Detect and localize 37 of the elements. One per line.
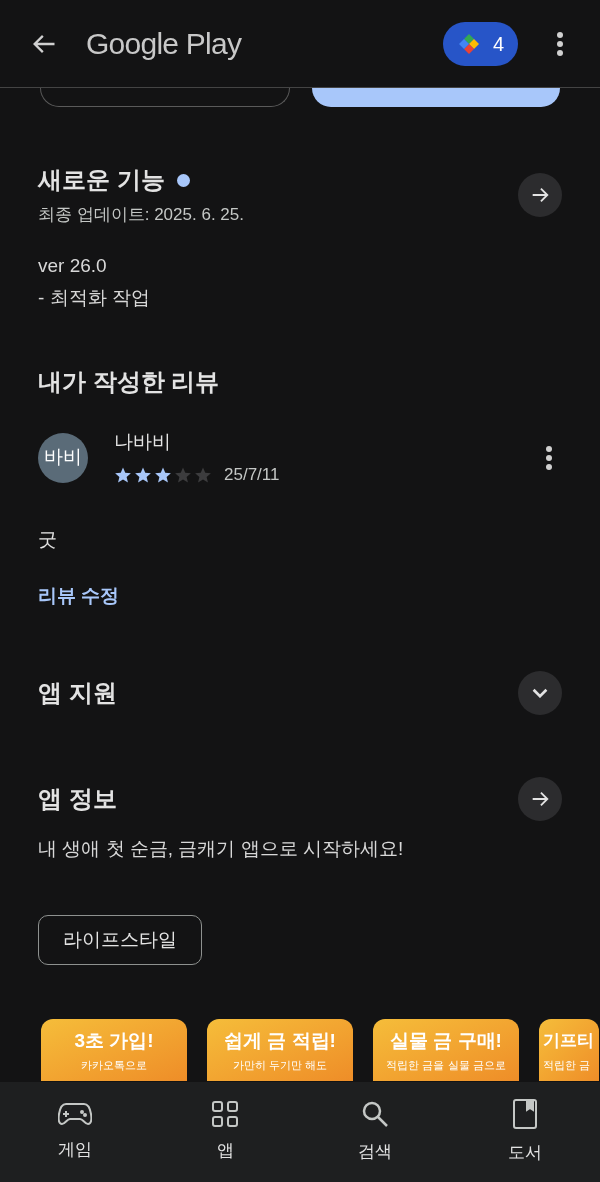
avatar: 바비 — [38, 432, 88, 483]
nav-tab[interactable]: 검색 — [300, 1082, 450, 1182]
update-date: 최종 업데이트: 2025. 6. 25. — [38, 204, 244, 226]
category-chip[interactable]: 라이프스타일 — [38, 915, 202, 965]
screenshot-title: 3초 가입! — [74, 1029, 154, 1053]
more-vert-icon — [545, 444, 553, 471]
reviewer-name: 나바비 — [114, 429, 172, 454]
section-title: 앱 정보 — [38, 783, 117, 814]
arrow-button[interactable] — [518, 776, 562, 821]
screenshot-subtitle: 적립한 금을 실물 금으로 — [386, 1058, 506, 1073]
gamepad-icon — [58, 1101, 92, 1128]
screenshot-subtitle: 가만히 두기만 해도 — [232, 1058, 328, 1073]
screenshot-subtitle: 적립한 금 — [543, 1058, 591, 1073]
points-badge[interactable]: 4 — [442, 21, 518, 66]
review-text: 굿 — [37, 527, 58, 552]
edit-review-link[interactable]: 리뷰 수정 — [38, 582, 120, 611]
expand-button[interactable] — [518, 670, 562, 715]
section-title: 새로운 기능 — [38, 165, 165, 195]
section-title: 앱 지원 — [38, 677, 117, 708]
release-note: ver 26.0 — [38, 253, 108, 278]
more-vert-icon — [556, 30, 564, 57]
nav-tab[interactable]: 게임 — [0, 1082, 150, 1182]
app-title: Google Play — [86, 26, 242, 62]
apps-grid-icon — [211, 1100, 239, 1129]
app-description: 내 생애 첫 순금, 금캐기 앱으로 시작하세요! — [37, 836, 405, 861]
nav-tab[interactable]: 앱 — [150, 1082, 300, 1182]
section-title: 내가 작성한 리뷰 — [37, 366, 221, 397]
nav-tab[interactable]: 도서 — [450, 1082, 600, 1182]
screenshot-title: 실물 금 구매! — [390, 1029, 502, 1053]
chevron-down-icon — [532, 687, 548, 698]
review-date: 25/7/11 — [224, 464, 280, 486]
arrow-button[interactable] — [518, 172, 562, 217]
screenshot-subtitle: 카카오톡으로 — [81, 1058, 147, 1073]
book-icon — [512, 1098, 538, 1131]
screenshot-title: 쉽게 금 적립! — [224, 1029, 336, 1053]
release-note: - 최적화 작업 — [38, 285, 151, 310]
screenshot-title: 기프티 — [543, 1030, 594, 1052]
